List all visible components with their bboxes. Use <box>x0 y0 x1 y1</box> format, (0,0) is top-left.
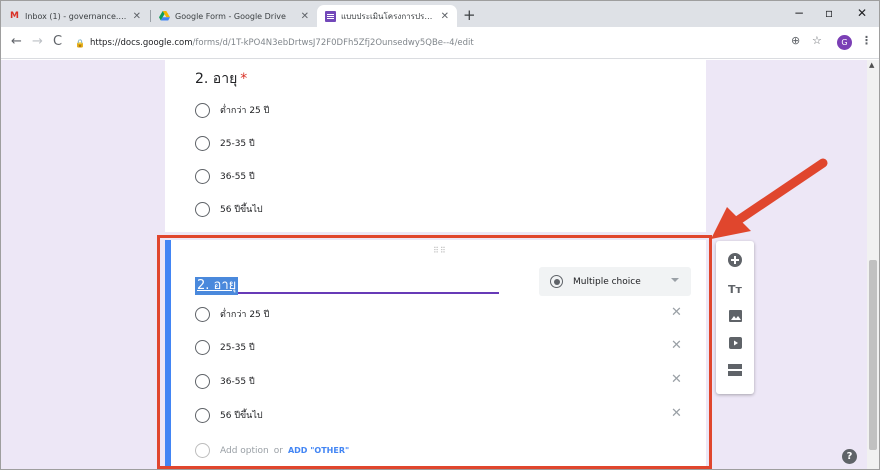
question-title-input[interactable]: 2. อายุ <box>195 274 499 295</box>
url-path: /forms/d/1T-kPO4N3ebDrtwsJ72F0DFh5Zfj2Ou… <box>192 38 474 48</box>
option-label[interactable]: ต่ำกว่า 25 ปี <box>220 307 269 321</box>
question-type-label: Multiple choice <box>573 276 641 287</box>
add-other-link[interactable]: ADD "OTHER" <box>288 446 349 455</box>
option-label: 25-35 ปี <box>220 139 255 149</box>
remove-option-icon[interactable]: ✕ <box>671 305 682 320</box>
radio-button[interactable] <box>195 201 210 217</box>
browser-toolbar: ← → C 🔒 https://docs.google.com/forms/d/… <box>1 27 879 59</box>
option-label[interactable]: 25-35 ปี <box>220 340 255 354</box>
video-icon[interactable] <box>727 335 743 351</box>
remove-option-icon[interactable]: ✕ <box>671 372 682 387</box>
question-toolbar: Tт <box>716 241 754 394</box>
gmail-icon: M <box>10 11 19 21</box>
lock-icon: 🔒 <box>75 38 85 48</box>
radio-button[interactable] <box>195 135 210 151</box>
minimize-icon[interactable]: − <box>794 6 804 20</box>
tab-title: แบบประเมินโครงการประชุมเชิงปฏิบัติการ <box>341 11 435 21</box>
forward-icon[interactable]: → <box>32 34 43 49</box>
question-card-preview[interactable]: 2. อายุ * ต่ำกว่า 25 ปี 25-35 ปี 36-55 ปี… <box>165 60 706 232</box>
drag-handle-icon[interactable]: ⠿⠿ <box>433 246 447 255</box>
remove-option-icon[interactable]: ✕ <box>671 338 682 353</box>
option-row[interactable]: ต่ำกว่า 25 ปี <box>195 102 269 118</box>
url-host: https://docs.google.com <box>90 38 193 48</box>
option-label: 56 ปีขึ้นไป <box>220 205 263 215</box>
option-label[interactable]: 36-55 ปี <box>220 374 255 388</box>
restore-icon[interactable]: ▫ <box>825 6 833 20</box>
new-tab-icon[interactable]: + <box>463 6 476 24</box>
multiple-choice-icon <box>550 275 563 288</box>
browser-window: M Inbox (1) - governance.pacc@gm ✕ Googl… <box>0 0 880 470</box>
tab-strip: M Inbox (1) - governance.pacc@gm ✕ Googl… <box>1 1 879 27</box>
scroll-up-icon[interactable]: ▲ <box>869 61 874 69</box>
profile-avatar[interactable]: G <box>837 35 852 50</box>
radio-button[interactable] <box>195 168 210 184</box>
dropdown-caret-icon <box>671 278 679 282</box>
page-scrollbar[interactable]: ▲ <box>867 60 879 469</box>
tab-gmail[interactable]: M Inbox (1) - governance.pacc@gm ✕ <box>1 5 149 27</box>
bookmark-star-icon[interactable]: ☆ <box>812 34 822 47</box>
option-row[interactable]: ต่ำกว่า 25 ปี <box>195 306 269 322</box>
add-question-icon[interactable] <box>727 252 743 268</box>
tab-drive[interactable]: Google Form - Google Drive ✕ <box>151 5 317 27</box>
radio-button <box>195 306 210 322</box>
radio-button <box>195 339 210 355</box>
menu-kebab-icon[interactable]: ⋮ <box>861 34 872 47</box>
address-bar[interactable]: 🔒 https://docs.google.com/forms/d/1T-kPO… <box>75 33 805 53</box>
back-icon[interactable]: ← <box>11 34 22 49</box>
help-icon[interactable]: ? <box>842 449 857 464</box>
question-card-editing[interactable]: ⠿⠿ 2. อายุ Multiple choice ต่ำกว่า 25 ปี… <box>165 240 706 469</box>
title-text-icon[interactable]: Tт <box>727 281 743 297</box>
close-tab-icon[interactable]: ✕ <box>133 11 141 22</box>
or-text: or <box>273 445 283 456</box>
radio-button <box>195 373 210 389</box>
section-icon[interactable] <box>727 362 743 378</box>
option-row[interactable]: 25-35 ปี <box>195 135 255 151</box>
radio-button[interactable] <box>195 102 210 118</box>
zoom-icon[interactable]: ⊕ <box>791 34 800 47</box>
drive-icon <box>159 11 170 22</box>
option-label: ต่ำกว่า 25 ปี <box>220 106 270 116</box>
image-icon[interactable] <box>727 308 743 324</box>
option-row[interactable]: 36-55 ปี <box>195 168 255 184</box>
close-window-icon[interactable]: ✕ <box>857 6 867 20</box>
option-row[interactable]: 56 ปีขึ้นไป <box>195 407 263 423</box>
radio-button <box>195 407 210 423</box>
tab-title: Google Form - Google Drive <box>175 11 286 21</box>
option-label: 36-55 ปี <box>220 172 255 182</box>
form-editor-page: 2. อายุ * ต่ำกว่า 25 ปี 25-35 ปี 36-55 ปี… <box>1 60 867 469</box>
question-type-dropdown[interactable]: Multiple choice <box>539 267 691 296</box>
forms-icon <box>325 10 336 22</box>
reload-icon[interactable]: C <box>53 34 62 49</box>
scroll-thumb[interactable] <box>869 260 877 450</box>
option-label[interactable]: 56 ปีขึ้นไป <box>220 408 263 422</box>
option-row[interactable]: 25-35 ปี <box>195 339 255 355</box>
required-asterisk: * <box>240 71 248 87</box>
add-option-link[interactable]: Add option <box>220 446 269 456</box>
radio-button <box>195 443 210 458</box>
tab-forms-active[interactable]: แบบประเมินโครงการประชุมเชิงปฏิบัติการ ✕ <box>317 5 457 27</box>
option-row[interactable]: 36-55 ปี <box>195 373 255 389</box>
selected-title-text: 2. อายุ <box>195 277 239 295</box>
add-option-row: Add option or ADD "OTHER" <box>195 443 349 458</box>
question-title: 2. อายุ * <box>195 71 248 87</box>
remove-option-icon[interactable]: ✕ <box>671 406 682 421</box>
close-tab-icon[interactable]: ✕ <box>301 11 309 22</box>
close-tab-icon[interactable]: ✕ <box>441 11 449 22</box>
tab-title: Inbox (1) - governance.pacc@gm <box>25 11 127 21</box>
option-row[interactable]: 56 ปีขึ้นไป <box>195 201 263 217</box>
